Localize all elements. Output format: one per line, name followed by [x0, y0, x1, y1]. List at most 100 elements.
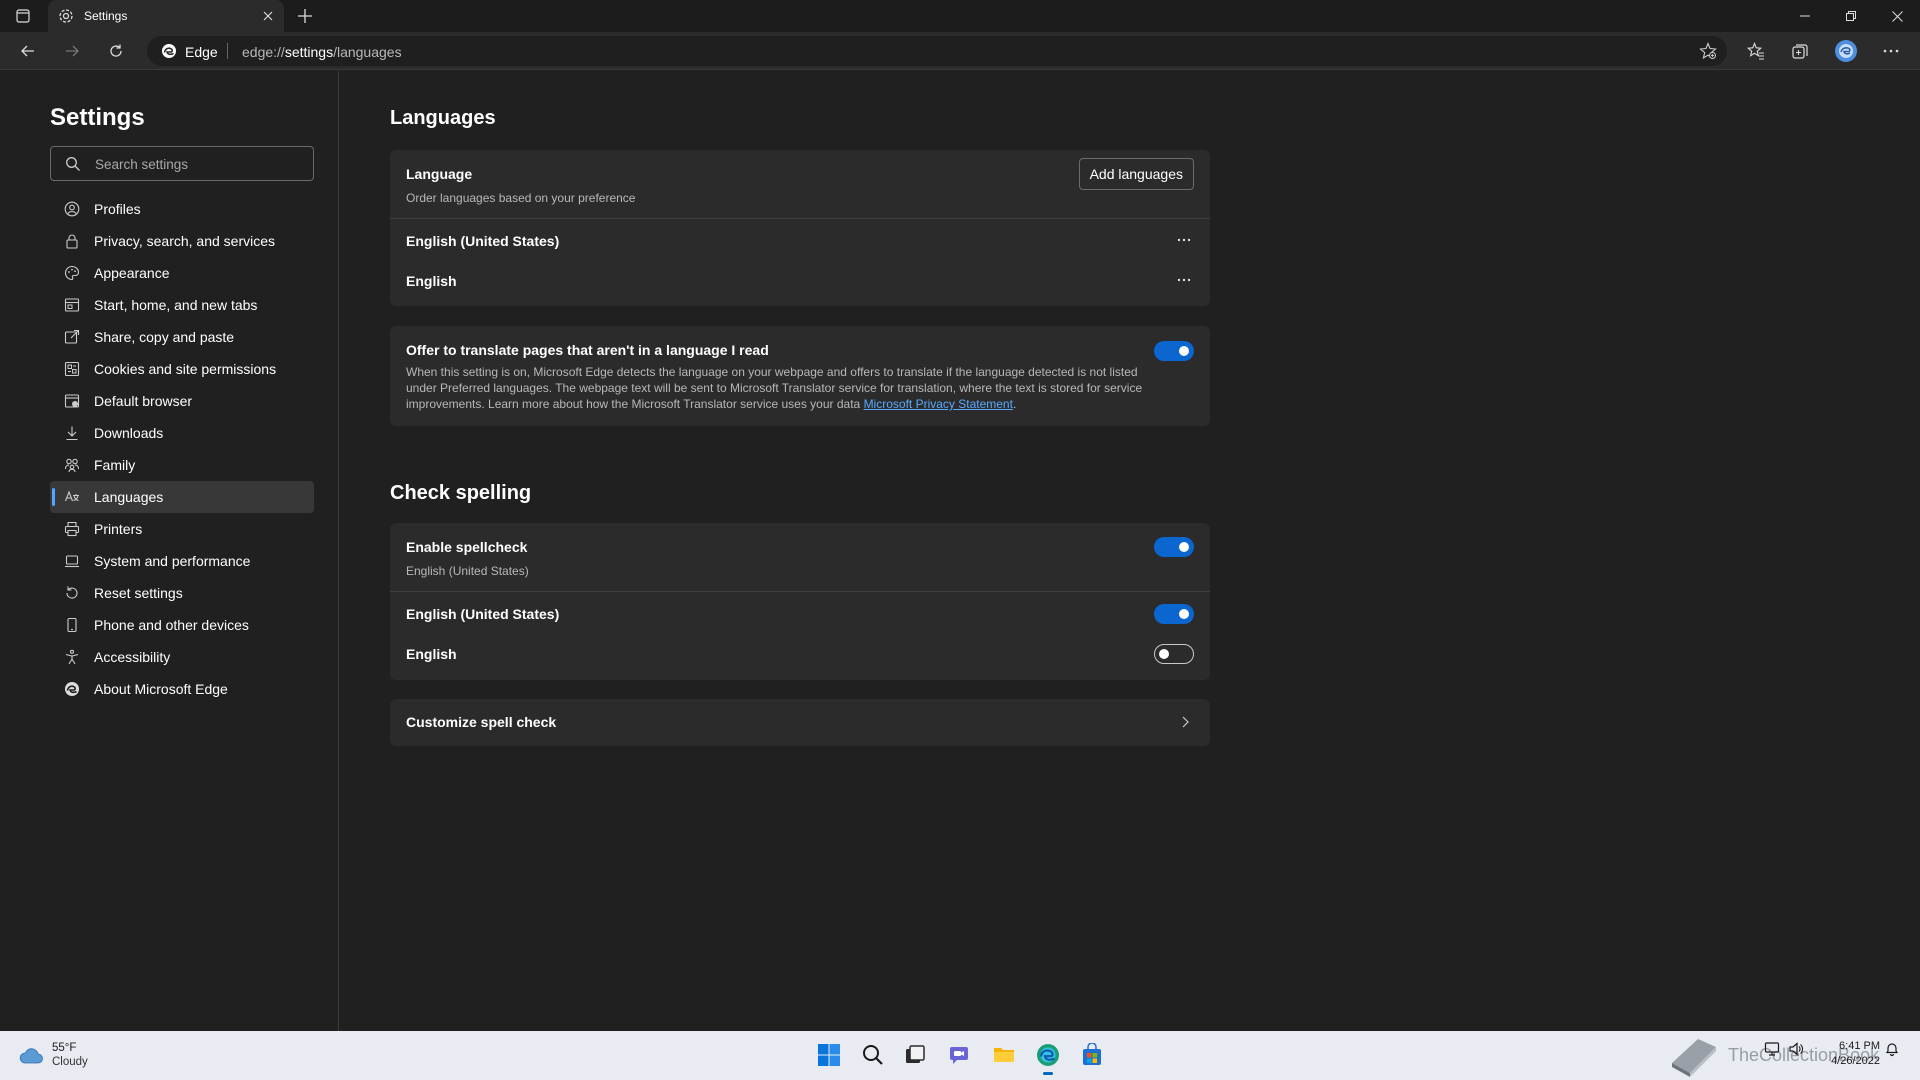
sidebar-item-privacy[interactable]: Privacy, search, and services: [50, 225, 314, 257]
weather-widget[interactable]: 55°F Cloudy: [18, 1041, 88, 1069]
omnibox-separator: [227, 43, 228, 59]
sidebar-item-label: Family: [94, 457, 136, 473]
default-browser-icon: [64, 393, 80, 409]
collections-icon[interactable]: [1789, 40, 1811, 62]
sidebar-item-label: Privacy, search, and services: [94, 233, 276, 249]
profile-avatar[interactable]: [1834, 39, 1858, 63]
sidebar-item-phone[interactable]: Phone and other devices: [50, 609, 314, 641]
start-button[interactable]: [815, 1041, 843, 1069]
more-options-icon[interactable]: [1174, 232, 1194, 248]
spellcheck-language-toggle[interactable]: [1154, 644, 1194, 664]
language-name: English (United States): [406, 233, 560, 249]
sidebar-item-label: Phone and other devices: [94, 617, 249, 633]
phone-icon: [64, 617, 80, 633]
microsoft-store-icon[interactable]: [1078, 1041, 1106, 1069]
more-menu-icon[interactable]: [1880, 40, 1902, 62]
taskbar-clock[interactable]: 6:41 PM 4/26/2022: [1831, 1039, 1880, 1069]
laptop-icon: [64, 553, 80, 569]
new-tab-button[interactable]: [295, 6, 315, 26]
url-path: /languages: [333, 44, 402, 60]
sidebar-item-label: Default browser: [94, 393, 193, 409]
task-view-icon[interactable]: [901, 1041, 929, 1069]
sidebar-item-family[interactable]: Family: [50, 449, 314, 481]
enable-spellcheck-toggle[interactable]: [1154, 537, 1194, 557]
sidebar-item-label: Languages: [94, 489, 164, 505]
sidebar-item-label: Reset settings: [94, 585, 183, 601]
privacy-statement-link[interactable]: Microsoft Privacy Statement: [864, 397, 1013, 411]
spellcheck-card: Enable spellcheck English (United States…: [390, 523, 1210, 680]
tab-settings[interactable]: Settings: [48, 0, 284, 32]
share-icon: [64, 329, 80, 345]
languages-icon: [64, 489, 80, 505]
translate-description-text: When this setting is on, Microsoft Edge …: [406, 365, 1143, 411]
language-subtitle: Order languages based on your preference: [406, 191, 636, 205]
accessibility-icon: [64, 649, 80, 665]
url-prefix: edge://: [242, 44, 285, 60]
sidebar-item-accessibility[interactable]: Accessibility: [50, 641, 314, 673]
language-title: Language: [406, 166, 473, 182]
sidebar-item-about[interactable]: About Microsoft Edge: [50, 673, 314, 705]
sidebar-item-start-home[interactable]: Start, home, and new tabs: [50, 289, 314, 321]
minimize-button[interactable]: [1782, 0, 1828, 32]
add-languages-button[interactable]: Add languages: [1078, 158, 1194, 190]
clock-date: 4/26/2022: [1831, 1055, 1880, 1067]
more-options-icon[interactable]: [1174, 272, 1194, 288]
sidebar-item-reset[interactable]: Reset settings: [50, 577, 314, 609]
sidebar-item-default-browser[interactable]: Default browser: [50, 385, 314, 417]
sidebar-item-label: Printers: [94, 521, 143, 537]
sidebar-item-label: Accessibility: [94, 649, 171, 665]
notifications-icon[interactable]: [1884, 1041, 1900, 1057]
customize-spellcheck-row[interactable]: Customize spell check: [390, 699, 1210, 746]
sidebar-item-system[interactable]: System and performance: [50, 545, 314, 577]
weather-temperature: 55°F: [52, 1042, 77, 1054]
edge-taskbar-icon[interactable]: [1034, 1041, 1062, 1075]
search-icon: [65, 156, 81, 172]
teams-chat-icon[interactable]: [946, 1041, 974, 1069]
search-box[interactable]: [50, 146, 314, 181]
close-tab-icon[interactable]: [260, 8, 276, 24]
lock-icon: [64, 233, 80, 249]
sidebar-item-appearance[interactable]: Appearance: [50, 257, 314, 289]
language-row: English: [390, 262, 1210, 302]
gear-icon: [58, 8, 74, 24]
language-header-row: Language Order languages based on your p…: [390, 150, 1210, 218]
sidebar-item-profiles[interactable]: Profiles: [50, 193, 314, 225]
sidebar-item-downloads[interactable]: Downloads: [50, 417, 314, 449]
spellcheck-language-toggle[interactable]: [1154, 604, 1194, 624]
navigation-bar: Edge edge://settings/languages: [0, 32, 1920, 70]
appearance-icon: [64, 265, 80, 281]
home-tabs-icon: [64, 297, 80, 313]
check-spelling-heading: Check spelling: [390, 482, 532, 504]
spellcheck-language-row: English: [390, 635, 1210, 677]
forward-button[interactable]: [58, 38, 86, 64]
tab-actions-menu-icon[interactable]: [10, 6, 36, 26]
printer-icon: [64, 521, 80, 537]
address-bar[interactable]: Edge edge://settings/languages: [147, 36, 1727, 66]
sidebar-item-cookies[interactable]: Cookies and site permissions: [50, 353, 314, 385]
sidebar-item-label: Downloads: [94, 425, 164, 441]
close-window-button[interactable]: [1874, 0, 1920, 32]
sidebar-item-share[interactable]: Share, copy and paste: [50, 321, 314, 353]
weather-condition: Cloudy: [52, 1056, 88, 1068]
family-icon: [64, 457, 80, 473]
sidebar-item-label: Profiles: [94, 201, 141, 217]
translate-toggle[interactable]: [1154, 341, 1194, 361]
sidebar-item-printers[interactable]: Printers: [50, 513, 314, 545]
file-explorer-icon[interactable]: [990, 1041, 1018, 1069]
volume-icon[interactable]: [1788, 1041, 1804, 1057]
network-icon[interactable]: [1764, 1041, 1780, 1057]
customize-spellcheck-label: Customize spell check: [406, 714, 557, 730]
search-taskbar-icon[interactable]: [859, 1041, 887, 1069]
search-input[interactable]: [95, 153, 295, 175]
refresh-button[interactable]: [102, 38, 130, 64]
add-favorite-icon[interactable]: [1699, 42, 1717, 60]
favorites-icon[interactable]: [1745, 40, 1767, 62]
spellcheck-subtitle: English (United States): [406, 564, 529, 578]
back-button[interactable]: [14, 38, 42, 64]
sidebar-item-label: System and performance: [94, 553, 251, 569]
spellcheck-language-name: English (United States): [406, 606, 560, 622]
spellcheck-language-row: English (United States): [390, 592, 1210, 635]
url-text[interactable]: edge://settings/languages: [242, 44, 402, 60]
sidebar-item-languages[interactable]: Languages: [50, 481, 314, 513]
restore-button[interactable]: [1828, 0, 1874, 32]
